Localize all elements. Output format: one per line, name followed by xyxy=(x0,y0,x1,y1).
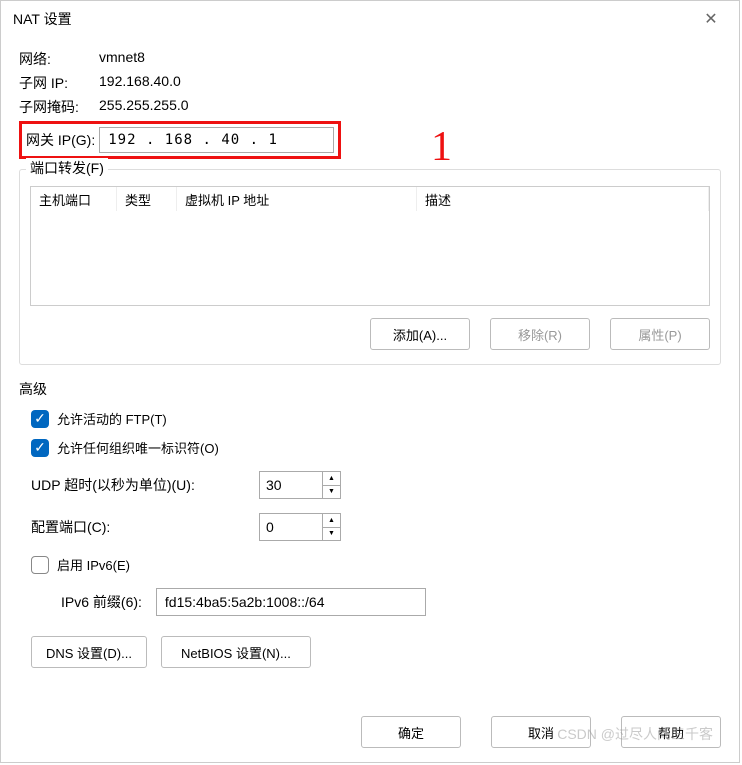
advanced-title: 高级 xyxy=(19,379,721,399)
network-row: 网络: vmnet8 xyxy=(19,49,721,69)
network-label: 网络: xyxy=(19,49,99,69)
annotation-marker: 1 xyxy=(431,123,452,171)
config-port-value[interactable]: 0 xyxy=(260,514,322,540)
properties-button: 属性(P) xyxy=(610,318,710,350)
subnet-mask-label: 子网掩码: xyxy=(19,97,99,117)
subnet-ip-value: 192.168.40.0 xyxy=(99,73,181,93)
spinner-down-icon[interactable]: ▼ xyxy=(323,528,340,541)
subnet-ip-label: 子网 IP: xyxy=(19,73,99,93)
netbios-settings-button[interactable]: NetBIOS 设置(N)... xyxy=(161,636,311,668)
port-forwarding-group: 端口转发(F) 主机端口 类型 虚拟机 IP 地址 描述 添加(A)... 移除… xyxy=(19,169,721,365)
network-value: vmnet8 xyxy=(99,49,145,69)
ok-button[interactable]: 确定 xyxy=(361,716,461,748)
subnet-mask-value: 255.255.255.0 xyxy=(99,97,189,117)
subnet-mask-row: 子网掩码: 255.255.255.0 xyxy=(19,97,721,117)
port-forwarding-title: 端口转发(F) xyxy=(26,158,108,178)
dns-settings-button[interactable]: DNS 设置(D)... xyxy=(31,636,147,668)
nat-settings-dialog: NAT 设置 ✕ 网络: vmnet8 子网 IP: 192.168.40.0 … xyxy=(0,0,740,763)
spinner-up-icon[interactable]: ▲ xyxy=(323,472,340,486)
checkbox-checked-icon[interactable]: ✓ xyxy=(31,439,49,457)
ipv6-prefix-row: IPv6 前缀(6): fd15:4ba5:5a2b:1008::/64 xyxy=(61,588,709,616)
config-port-row: 配置端口(C): 0 ▲ ▼ xyxy=(31,513,709,541)
config-port-spinner[interactable]: 0 ▲ ▼ xyxy=(259,513,341,541)
spinner-up-icon[interactable]: ▲ xyxy=(323,514,340,528)
udp-timeout-value[interactable]: 30 xyxy=(260,472,322,498)
allow-oui-label: 允许任何组织唯一标识符(O) xyxy=(57,438,219,457)
allow-oui-row[interactable]: ✓ 允许任何组织唯一标识符(O) xyxy=(31,438,709,457)
spinner-down-icon[interactable]: ▼ xyxy=(323,486,340,499)
enable-ipv6-row[interactable]: 启用 IPv6(E) xyxy=(31,555,709,574)
checkbox-checked-icon[interactable]: ✓ xyxy=(31,410,49,428)
col-desc[interactable]: 描述 xyxy=(417,187,709,211)
allow-ftp-label: 允许活动的 FTP(T) xyxy=(57,409,167,428)
titlebar: NAT 设置 ✕ xyxy=(1,1,739,37)
help-button[interactable]: 帮助 xyxy=(621,716,721,748)
subnet-ip-row: 子网 IP: 192.168.40.0 xyxy=(19,73,721,93)
ipv6-prefix-label: IPv6 前缀(6): xyxy=(61,592,142,612)
gateway-label: 网关 IP(G): xyxy=(26,130,95,150)
col-vm-ip[interactable]: 虚拟机 IP 地址 xyxy=(177,187,417,211)
allow-ftp-row[interactable]: ✓ 允许活动的 FTP(T) xyxy=(31,409,709,428)
cancel-button[interactable]: 取消 xyxy=(491,716,591,748)
dialog-title: NAT 设置 xyxy=(13,9,695,29)
udp-timeout-spinner[interactable]: 30 ▲ ▼ xyxy=(259,471,341,499)
table-header: 主机端口 类型 虚拟机 IP 地址 描述 xyxy=(31,187,709,211)
remove-button: 移除(R) xyxy=(490,318,590,350)
port-forwarding-table[interactable]: 主机端口 类型 虚拟机 IP 地址 描述 xyxy=(30,186,710,306)
udp-timeout-row: UDP 超时(以秒为单位)(U): 30 ▲ ▼ xyxy=(31,471,709,499)
udp-timeout-label: UDP 超时(以秒为单位)(U): xyxy=(31,475,221,495)
gateway-ip-input[interactable]: 192 . 168 . 40 . 1 xyxy=(99,127,334,153)
col-host-port[interactable]: 主机端口 xyxy=(31,187,117,211)
checkbox-unchecked-icon[interactable] xyxy=(31,556,49,574)
gateway-row: 网关 IP(G): 192 . 168 . 40 . 1 xyxy=(19,121,341,159)
col-type[interactable]: 类型 xyxy=(117,187,177,211)
close-icon[interactable]: ✕ xyxy=(695,3,727,35)
enable-ipv6-label: 启用 IPv6(E) xyxy=(57,555,130,574)
ipv6-prefix-input[interactable]: fd15:4ba5:5a2b:1008::/64 xyxy=(156,588,426,616)
add-button[interactable]: 添加(A)... xyxy=(370,318,470,350)
config-port-label: 配置端口(C): xyxy=(31,517,221,537)
